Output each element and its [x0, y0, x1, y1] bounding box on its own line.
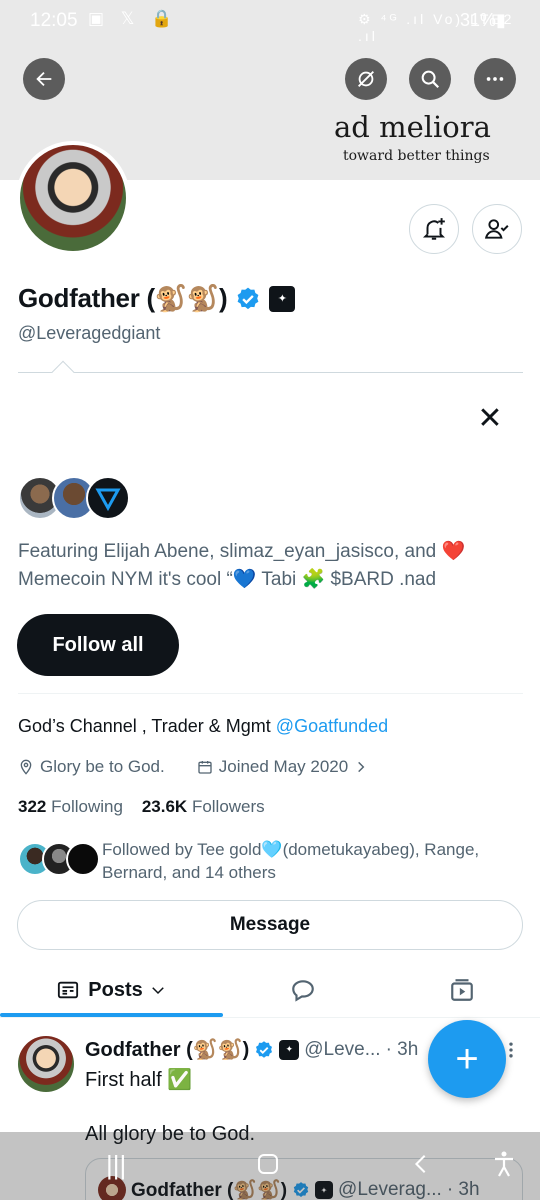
post-more-icon[interactable]: [506, 1040, 516, 1060]
person-check-icon: [484, 219, 509, 239]
profile-name: Godfather (🐒🐒): [18, 283, 228, 313]
follow-counts: 322 Following 23.6K Followers: [18, 797, 265, 817]
notification-icons: ▣ 𝕏 🔒: [88, 9, 179, 28]
following-label[interactable]: Following: [51, 797, 123, 816]
affiliate-badge-icon: ✦: [279, 1039, 300, 1060]
grok-button[interactable]: [345, 58, 387, 100]
affiliate-badge-icon[interactable]: ✦: [269, 285, 296, 312]
profile-name-row: Godfather (🐒🐒) ✦: [18, 283, 296, 314]
banner-subtitle: toward better things: [343, 148, 490, 164]
status-bar: 12:05 ▣ 𝕏 🔒 ⚙ ⁴ᴳ .ıl Vo) LTE2 .ıl 31%▮: [0, 0, 540, 44]
back-nav-icon[interactable]: [410, 1152, 432, 1176]
following-count[interactable]: 322: [18, 797, 46, 816]
profile-tabs: Posts: [0, 962, 540, 1018]
suggestions-divider: [18, 372, 523, 373]
bell-plus-icon: [422, 218, 446, 240]
banner-title: ad meliora: [334, 110, 491, 144]
section-divider: [18, 693, 523, 694]
chevron-down-icon: [151, 987, 164, 995]
tab-media[interactable]: [383, 962, 540, 1018]
post-time: · 3h: [385, 1038, 419, 1060]
signal-icons: ⚙ ⁴ᴳ .ıl Vo) LTE2 .ıl: [358, 11, 515, 44]
verified-badge-icon[interactable]: [235, 286, 261, 312]
calendar-icon: [198, 761, 212, 774]
profile-bio: God’s Channel , Trader & Mgmt @Goatfunde…: [18, 716, 388, 737]
recent-apps-icon[interactable]: |||: [106, 1150, 126, 1181]
location-pin-icon: [20, 759, 32, 775]
bio-text: God’s Channel , Trader & Mgmt: [18, 716, 276, 736]
follow-all-button[interactable]: Follow all: [17, 614, 179, 676]
close-suggestions-button[interactable]: ✕: [476, 404, 504, 434]
suggestions-pointer: [51, 360, 75, 384]
tab-posts-label: Posts: [88, 978, 143, 1001]
suggestions-text: Featuring Elijah Abene, slimaz_eyan_jasi…: [18, 541, 466, 590]
notifications-button[interactable]: [409, 204, 459, 254]
verified-badge-icon: [256, 1040, 273, 1058]
compose-post-button[interactable]: +: [428, 1020, 506, 1098]
profile-meta: Glory be to God. Joined May 2020: [18, 757, 368, 777]
post-header: Godfather (🐒🐒) ✦ @Leve... · 3h: [85, 1037, 418, 1062]
system-navigation-bar: |||: [0, 1132, 540, 1200]
more-button[interactable]: [474, 58, 516, 100]
profile-location: Glory be to God.: [40, 757, 165, 776]
post-author-handle: @Leve...: [304, 1038, 381, 1060]
message-button[interactable]: Message: [17, 900, 523, 950]
search-icon: [421, 70, 440, 89]
profile-avatar[interactable]: [16, 141, 130, 255]
posts-feed-icon: [58, 981, 79, 999]
active-tab-indicator: [0, 1013, 223, 1017]
post-avatar[interactable]: [18, 1036, 74, 1092]
following-button[interactable]: [472, 204, 522, 254]
post-author-name[interactable]: Godfather (🐒🐒): [85, 1037, 249, 1062]
post-text-line: First half ✅: [85, 1069, 193, 1091]
more-dots-icon: [486, 77, 504, 81]
followers-label[interactable]: Followers: [192, 797, 265, 816]
status-time: 12:05: [30, 10, 78, 31]
grok-icon: [358, 71, 374, 87]
profile-joined[interactable]: Joined May 2020: [219, 757, 348, 777]
chevron-right-icon[interactable]: [354, 760, 368, 774]
tab-replies[interactable]: [223, 962, 383, 1018]
avatar: [86, 476, 130, 520]
tab-posts[interactable]: Posts: [0, 962, 223, 1018]
home-icon[interactable]: [256, 1152, 280, 1176]
video-media-icon: [450, 979, 473, 1001]
battery-indicator: 31%▮: [460, 10, 506, 30]
avatar: [66, 842, 100, 876]
arrow-left-icon: [36, 71, 52, 87]
bio-mention-link[interactable]: @Goatfunded: [276, 716, 388, 736]
accessibility-icon[interactable]: [492, 1150, 516, 1178]
search-button[interactable]: [409, 58, 451, 100]
followed-by-text: Followed by Tee gold🩵(dometukayabeg), Ra…: [102, 840, 480, 882]
profile-handle: @Leveragedgiant: [18, 323, 161, 343]
reply-bubble-icon: [292, 980, 314, 1002]
back-button[interactable]: [23, 58, 65, 100]
followers-count[interactable]: 23.6K: [142, 797, 187, 816]
